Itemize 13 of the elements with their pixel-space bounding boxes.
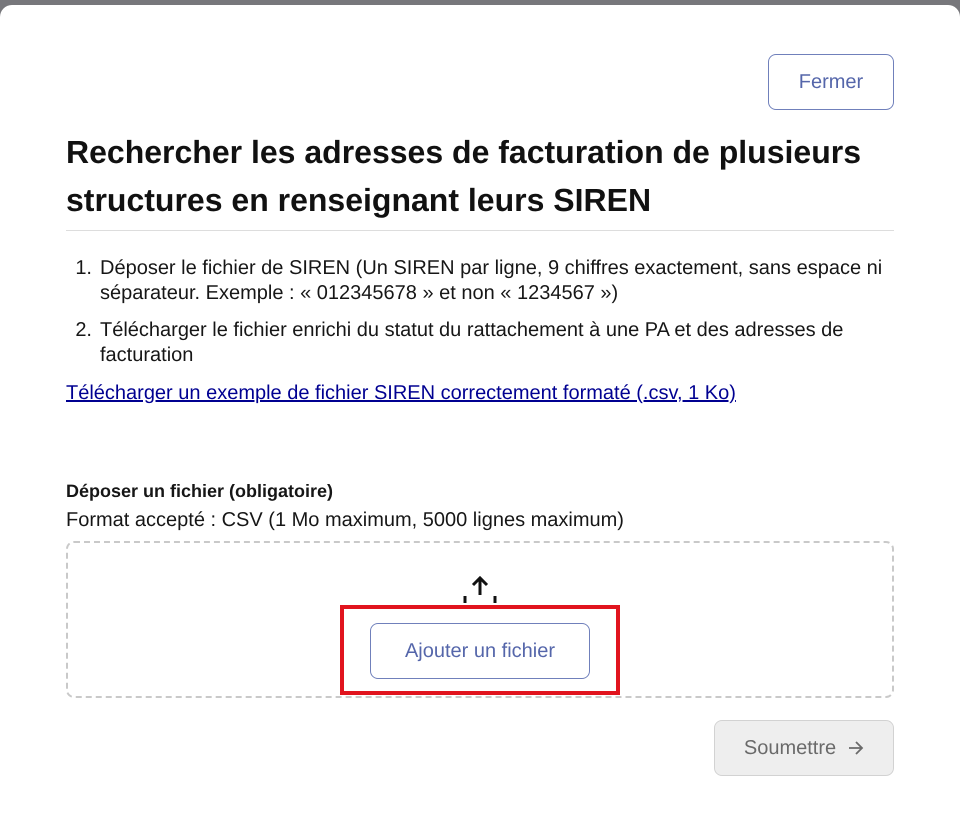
- step-number: 2.: [74, 318, 93, 343]
- step-text: Déposer le fichier de SIREN (Un SIREN par ligne, 9 chiffres exactement, sans espace ni séparateur. Exemple : « 012345678 » et non « 1234567 »): [100, 256, 884, 306]
- add-file-button[interactable]: Ajouter un fichier: [370, 623, 590, 679]
- example-download-link[interactable]: Télécharger un exemple de fichier SIREN correctement formaté (.csv, 1 Ko): [66, 382, 736, 404]
- file-drop-zone[interactable]: Ajouter un fichier: [66, 541, 894, 698]
- arrow-right-icon: [848, 741, 864, 755]
- upload-label: Déposer un fichier (obligatoire): [66, 480, 334, 503]
- step-text: Télécharger le fichier enrichi du statut du rattachement à une PA et des adresses de facturation: [100, 318, 844, 368]
- step-number: 1.: [74, 256, 93, 281]
- upload-icon: [462, 573, 498, 603]
- upload-hint: Format accepté : CSV (1 Mo maximum, 5000 lignes maximum): [66, 508, 625, 533]
- close-button[interactable]: Fermer: [768, 54, 894, 110]
- dialog-title: Rechercher les adresses de facturation de plusieurs structures en renseignant leurs SIREN: [66, 128, 894, 231]
